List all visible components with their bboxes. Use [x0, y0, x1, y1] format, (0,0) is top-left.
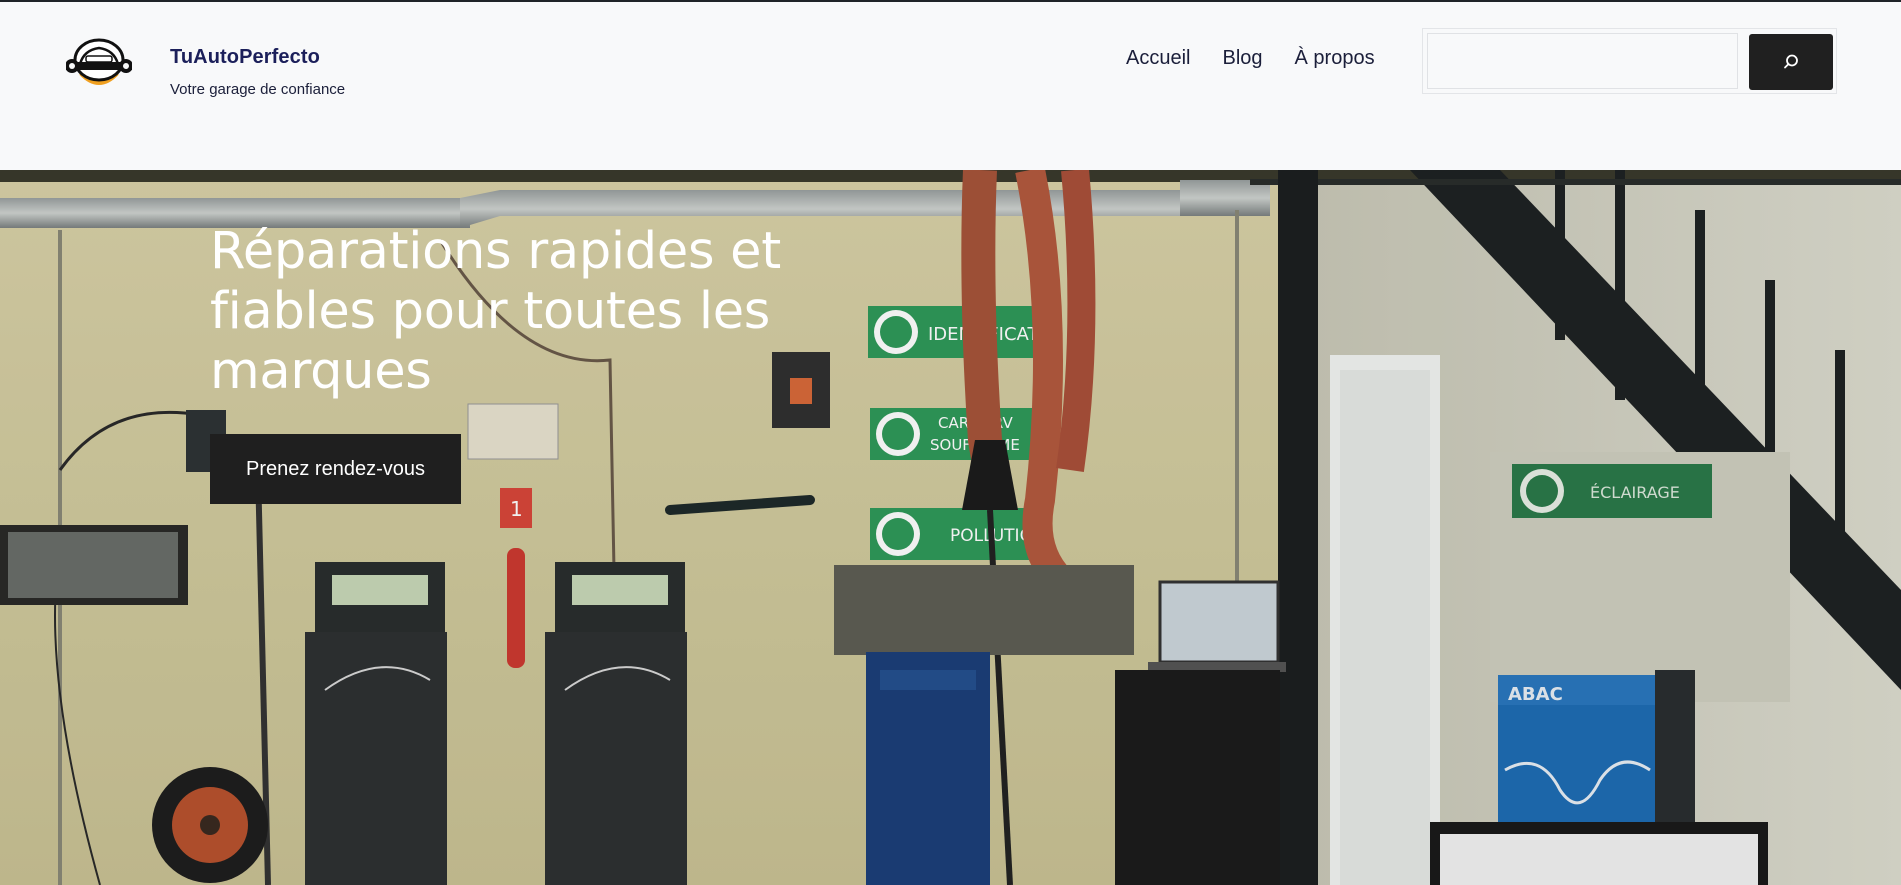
site-title[interactable]: TuAutoPerfecto — [170, 46, 320, 69]
hero-heading: Réparations rapides et fiables pour tout… — [210, 222, 781, 401]
site-logo[interactable] — [65, 34, 133, 90]
nav-item-blog[interactable]: Blog — [1222, 47, 1262, 70]
hero-section: IDENTIFICATI CAR SERV SOUFFLEME POLLUTIO… — [0, 170, 1901, 885]
appointment-button[interactable]: Prenez rendez-vous — [210, 434, 461, 504]
search-button[interactable] — [1749, 34, 1833, 90]
main-navigation: Accueil Blog À propos — [1126, 47, 1375, 70]
site-header: TuAutoPerfecto Votre garage de confiance… — [0, 2, 1901, 170]
search-input[interactable] — [1427, 33, 1738, 89]
search-form — [1422, 28, 1837, 94]
site-tagline: Votre garage de confiance — [170, 81, 346, 98]
search-icon — [1784, 54, 1798, 69]
car-wrench-logo-icon — [65, 38, 133, 85]
nav-item-a-propos[interactable]: À propos — [1295, 47, 1375, 70]
nav-item-accueil[interactable]: Accueil — [1126, 47, 1190, 70]
